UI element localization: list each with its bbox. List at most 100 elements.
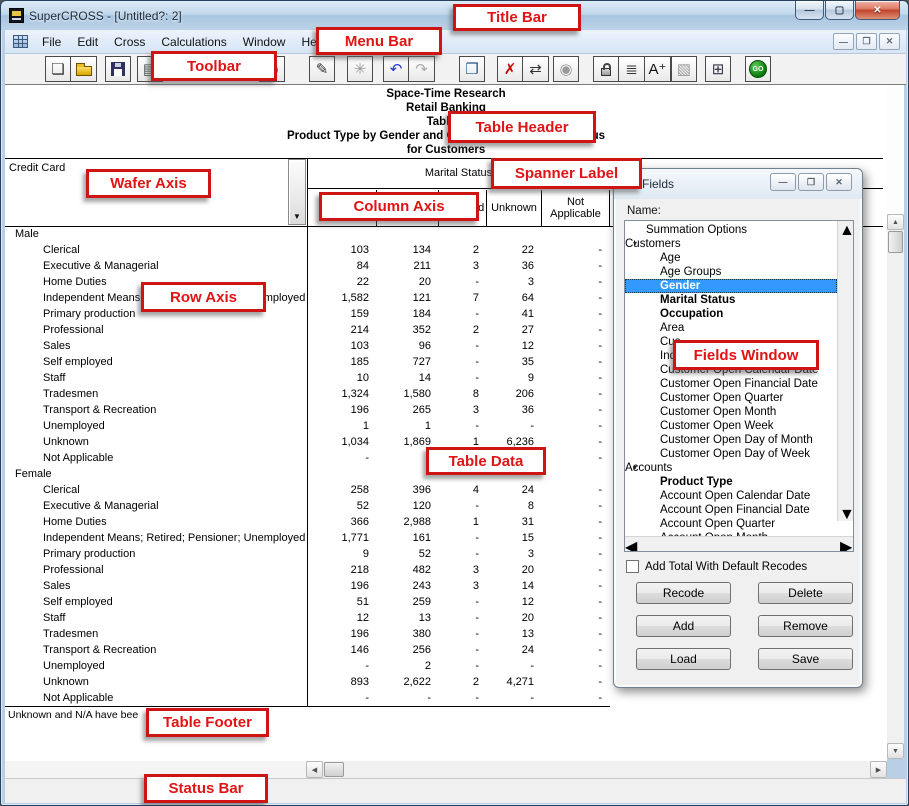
table-cell[interactable]: 1,034	[307, 434, 377, 450]
field-item-gender[interactable]: Gender	[625, 279, 837, 293]
table-cell[interactable]: -	[542, 482, 610, 498]
remove-button[interactable]: Remove	[758, 615, 853, 637]
field-item-age-groups[interactable]: Age Groups	[625, 265, 837, 279]
table-cell[interactable]: 103	[307, 242, 377, 258]
redo-button[interactable]: ↷	[409, 56, 435, 82]
row-axis-label[interactable]: Tradesmen	[5, 386, 307, 402]
mdi-restore-button[interactable]: ❐	[856, 33, 877, 50]
row-axis-label[interactable]: Unemployed	[5, 658, 307, 674]
table-cell[interactable]: -	[439, 690, 487, 706]
table-cell[interactable]: 184	[377, 306, 439, 322]
table-cell[interactable]: 103	[307, 338, 377, 354]
table-cell[interactable]: 120	[377, 498, 439, 514]
horizontal-scrollbar[interactable]: ◀ ▶	[306, 761, 887, 778]
menu-calculations[interactable]: Calculations	[153, 32, 234, 52]
table-cell[interactable]: -	[542, 434, 610, 450]
table-cell[interactable]: -	[542, 306, 610, 322]
table-cell[interactable]: -	[439, 274, 487, 290]
table-cell[interactable]: 196	[307, 402, 377, 418]
table-cell[interactable]: -	[542, 498, 610, 514]
column-header-unknown[interactable]: Unknown	[487, 190, 542, 226]
table-cell[interactable]: 3	[439, 578, 487, 594]
lock-button[interactable]	[593, 56, 619, 82]
table-cell[interactable]: 20	[487, 610, 542, 626]
fields-scroll-up-icon[interactable]: ▲	[839, 222, 853, 236]
table-cell[interactable]: -	[439, 626, 487, 642]
field-item-occupation[interactable]: Occupation	[625, 307, 837, 321]
table-cell[interactable]: -	[542, 610, 610, 626]
table-cell[interactable]: -	[307, 450, 377, 466]
field-item-product-type[interactable]: Product Type	[625, 475, 837, 489]
row-axis-label[interactable]: Primary production	[5, 546, 307, 562]
table-cell[interactable]: 2	[439, 322, 487, 338]
go-button[interactable]: GO	[745, 56, 771, 82]
table-cell[interactable]: 1,582	[307, 290, 377, 306]
row-group-label[interactable]: Male	[5, 226, 307, 242]
table-cell[interactable]: -	[439, 594, 487, 610]
table-cell[interactable]: 31	[487, 514, 542, 530]
table-cell[interactable]: 24	[487, 482, 542, 498]
field-item-account-open-financial-date[interactable]: Account Open Financial Date	[625, 503, 837, 517]
row-axis-label[interactable]: Professional	[5, 322, 307, 338]
row-axis-label[interactable]: Not Applicable	[5, 690, 307, 706]
table-cell[interactable]: 121	[377, 290, 439, 306]
transpose-table-button[interactable]: ⇄	[523, 56, 549, 82]
table-cell[interactable]: 15	[487, 530, 542, 546]
table-cell[interactable]: 134	[377, 242, 439, 258]
document-grid-icon[interactable]	[13, 35, 28, 48]
table-cell[interactable]: 8	[439, 386, 487, 402]
expand-arrow-icon[interactable]: ▾	[633, 237, 637, 251]
table-cell[interactable]: 3	[439, 402, 487, 418]
fields-window-titlebar[interactable]: Fields —❐✕	[614, 169, 862, 199]
table-cell[interactable]: 2,988	[377, 514, 439, 530]
table-cell[interactable]: 64	[487, 290, 542, 306]
table-cell[interactable]: 259	[377, 594, 439, 610]
field-item-accounts[interactable]: ▾Accounts	[625, 461, 837, 475]
table-cell[interactable]: -	[487, 690, 542, 706]
save-file-button[interactable]	[105, 56, 131, 82]
column-header-not-applicable[interactable]: Not Applicable	[542, 190, 610, 226]
table-cell[interactable]: -	[542, 658, 610, 674]
row-axis-label[interactable]: Self employed	[5, 354, 307, 370]
table-cell[interactable]: 14	[377, 370, 439, 386]
table-cell[interactable]: -	[377, 690, 439, 706]
save-button[interactable]: Save	[758, 648, 853, 670]
table-cell[interactable]: -	[439, 642, 487, 658]
maximize-button[interactable]: ▢	[825, 1, 854, 20]
row-axis-label[interactable]: Clerical	[5, 482, 307, 498]
table-cell[interactable]: 1	[439, 514, 487, 530]
table-cell[interactable]: 3	[487, 546, 542, 562]
field-options-button[interactable]: ≣	[619, 56, 645, 82]
field-item-age[interactable]: Age	[625, 251, 837, 265]
table-cell[interactable]: 352	[377, 322, 439, 338]
field-item-customer-open-week[interactable]: Customer Open Week	[625, 419, 837, 433]
table-cell[interactable]: 13	[377, 610, 439, 626]
table-cell[interactable]: -	[542, 386, 610, 402]
vertical-scrollbar[interactable]: ▲ ▼	[887, 214, 904, 759]
table-cell[interactable]: -	[542, 242, 610, 258]
table-cell[interactable]: 893	[307, 674, 377, 690]
table-cell[interactable]: -	[542, 674, 610, 690]
table-cell[interactable]: -	[542, 450, 610, 466]
table-cell[interactable]: 7	[439, 290, 487, 306]
vscroll-thumb[interactable]	[888, 231, 903, 253]
add-summation-button[interactable]: ⊞	[705, 56, 731, 82]
field-item-customer-open-day-of-month[interactable]: Customer Open Day of Month	[625, 433, 837, 447]
table-cell[interactable]: -	[307, 690, 377, 706]
table-cell[interactable]: 9	[487, 370, 542, 386]
minimize-button[interactable]: —	[795, 1, 824, 20]
table-cell[interactable]: -	[439, 370, 487, 386]
table-cell[interactable]: -	[487, 658, 542, 674]
table-cell[interactable]: 243	[377, 578, 439, 594]
table-cell[interactable]: 380	[377, 626, 439, 642]
row-axis-label[interactable]: Independent Means; Retired; Pensioner; U…	[5, 530, 307, 546]
row-axis-label[interactable]: Sales	[5, 578, 307, 594]
field-item-customers[interactable]: ▾Customers	[625, 237, 837, 251]
add-total-checkbox[interactable]	[626, 560, 639, 573]
table-cell[interactable]: 196	[307, 578, 377, 594]
table-cell[interactable]: -	[439, 354, 487, 370]
fill-diagonal-button[interactable]: ▧	[671, 56, 697, 82]
row-axis-label[interactable]: Tradesmen	[5, 626, 307, 642]
table-cell[interactable]: -	[439, 610, 487, 626]
row-axis-label[interactable]: Transport & Recreation	[5, 402, 307, 418]
